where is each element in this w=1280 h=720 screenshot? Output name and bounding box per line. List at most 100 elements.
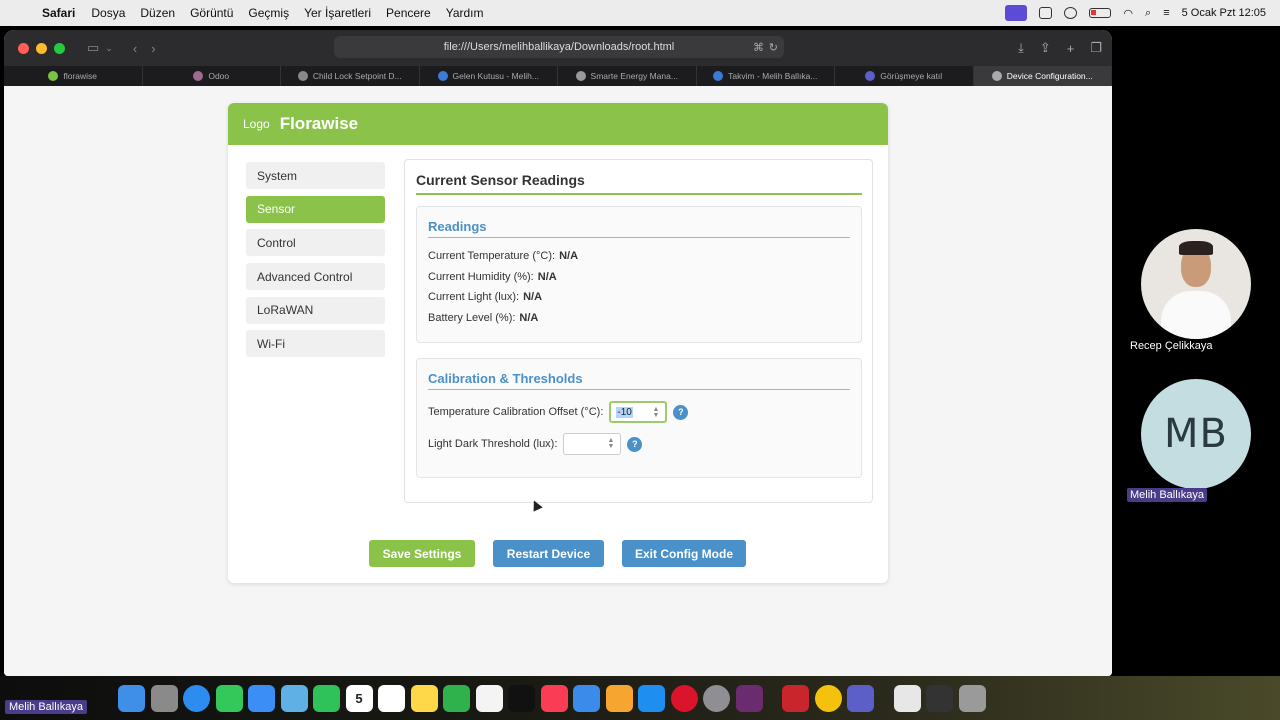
menu-duzen[interactable]: Düzen [140,6,175,20]
tab-device-configuration[interactable]: Device Configuration... [973,66,1112,86]
reading-label: Current Light (lux): [428,291,520,303]
settings-icon[interactable] [703,684,730,712]
main-panel: Current Sensor Readings Readings Current… [404,159,873,503]
logo: Logo [243,117,270,131]
tab-odoo[interactable]: Odoo [143,66,281,86]
section-divider [428,237,850,238]
temp-offset-input[interactable]: -10 ▲ ▼ [609,401,668,423]
participant-name: Melih Ballıkaya [1127,488,1207,502]
help-icon[interactable]: ? [673,404,689,420]
sidebar-item-lorawan[interactable]: LoRaWAN [246,296,385,324]
light-threshold-input[interactable]: ▲ ▼ [563,433,622,455]
numbers-icon[interactable] [443,684,470,712]
wifi-icon[interactable]: ◠ [1123,7,1133,20]
translate-icon[interactable]: ⌘ [753,41,764,54]
exit-config-button[interactable]: Exit Config Mode [622,540,746,567]
address-bar[interactable]: file:///Users/melihballikaya/Downloads/r… [334,36,784,58]
chevron-down-icon[interactable]: ⌄ [105,43,113,54]
sidebar-item-system[interactable]: System [246,162,385,189]
safari-icon[interactable] [183,684,210,712]
title-divider [416,193,862,195]
teams-status-icon[interactable] [1039,7,1053,19]
favicon-icon [437,71,448,81]
sidebar-item-wifi[interactable]: Wi-Fi [246,330,385,358]
download-icon[interactable]: ⤓ [1018,40,1024,56]
page-header: Logo Florawise [228,103,888,145]
sidebar-toggle-icon[interactable]: ▭ [87,40,99,56]
tab-gorusmeye-katil[interactable]: Görüşmeye katıl [835,66,974,86]
finder-icon[interactable] [118,684,145,712]
stepper-icon[interactable]: ▲ ▼ [607,437,614,450]
help-icon[interactable]: ? [627,436,643,452]
calendar-icon[interactable]: 5 [345,684,373,712]
menubar-app-name[interactable]: Safari [42,6,75,20]
freeform-icon[interactable] [475,684,503,712]
menu-dosya[interactable]: Dosya [91,6,125,20]
calibration-title: Calibration & Thresholds [428,371,583,386]
new-tab-icon[interactable]: + [1067,41,1075,56]
sidebar-item-control[interactable]: Control [246,229,385,257]
sidebar-item-sensor[interactable]: Sensor [246,195,385,223]
avatar[interactable]: MB [1141,379,1251,489]
tab-smarte-energy[interactable]: Smarte Energy Mana... [558,66,697,86]
restart-device-button[interactable]: Restart Device [493,540,604,567]
maps-icon[interactable] [280,684,308,712]
tab-florawise[interactable]: florawise [4,66,143,86]
preview-icon[interactable] [893,684,921,712]
control-center-icon[interactable]: ≡ [1163,7,1169,19]
menu-yardim[interactable]: Yardım [446,6,484,20]
tab-overview-icon[interactable]: ❐ [1090,40,1102,56]
teams-icon[interactable] [847,684,874,712]
stepper-icon[interactable]: ▲ ▼ [652,406,659,419]
spotlight-icon[interactable]: ⌕ [1145,7,1151,20]
messages-icon[interactable] [215,684,243,712]
tab-gelen-kutusu[interactable]: Gelen Kutusu - Melih... [420,66,558,86]
participant-video[interactable] [1141,229,1251,339]
chrome-icon[interactable] [814,684,842,712]
notes-icon[interactable] [410,684,438,712]
reload-icon[interactable]: ↻ [769,41,778,54]
temp-offset-row: Temperature Calibration Offset (°C): -10… [428,401,689,423]
tab-child-lock[interactable]: Child Lock Setpoint D... [281,66,420,86]
battery-icon[interactable] [1089,8,1112,18]
menu-gecmis[interactable]: Geçmiş [248,6,289,20]
participant-body [1161,291,1231,339]
save-settings-button[interactable]: Save Settings [369,540,475,567]
trash-icon[interactable] [958,684,986,712]
menu-yer-isaretleri[interactable]: Yer İşaretleri [304,6,371,20]
mail-icon[interactable] [248,684,275,712]
app-icon[interactable] [735,684,763,712]
reminders-icon[interactable] [378,684,405,712]
tab-label: florawise [63,71,98,81]
menu-pencere[interactable]: Pencere [386,6,431,20]
zoom-window-icon[interactable] [54,42,65,54]
reading-label: Current Humidity (%): [428,271,534,283]
window-controls [18,42,65,54]
opera-icon[interactable] [670,684,698,712]
acrobat-icon[interactable] [782,684,809,712]
appstore-icon[interactable] [638,684,665,712]
readings-section: Readings Current Temperature (°C): N/A Cu… [416,206,862,343]
tv-icon[interactable] [508,684,535,712]
launchpad-icon[interactable] [150,684,178,712]
music-icon[interactable] [540,684,568,712]
close-window-icon[interactable] [18,42,29,54]
minimize-window-icon[interactable] [36,42,47,54]
record-icon[interactable] [1064,7,1078,19]
pages-icon[interactable] [605,684,633,712]
app2-icon[interactable] [926,684,953,712]
reading-humidity: Current Humidity (%): N/A [428,271,557,283]
menu-goruntu[interactable]: Görüntü [190,6,233,20]
sidebar-item-advanced-control[interactable]: Advanced Control [246,263,385,291]
share-icon[interactable]: ⇪ [1040,40,1051,56]
tab-label: Device Configuration... [1006,71,1093,81]
brand-name: Florawise [279,114,359,133]
keynote-icon[interactable] [573,684,600,712]
tab-takvim[interactable]: Takvim - Melih Ballıka... [697,66,835,86]
tab-label: Gelen Kutusu - Melih... [452,71,539,81]
screen-share-icon[interactable] [1005,5,1028,21]
menubar-datetime[interactable]: 5 Ocak Pzt 12:05 [1182,7,1266,19]
facetime-icon[interactable] [313,684,340,712]
back-icon[interactable]: ‹ [133,41,137,56]
forward-icon[interactable]: › [151,41,155,56]
